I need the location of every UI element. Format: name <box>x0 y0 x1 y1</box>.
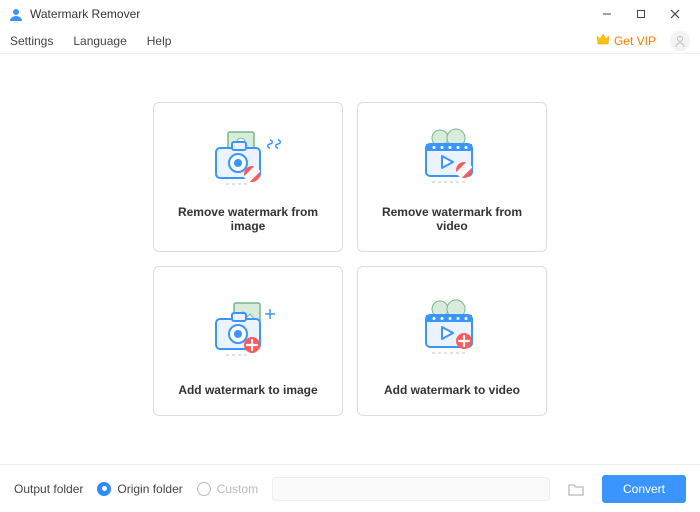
vip-label: Get VIP <box>614 34 656 48</box>
output-folder-label: Output folder <box>14 482 83 496</box>
radio-label: Custom <box>217 482 258 496</box>
menu-settings[interactable]: Settings <box>10 34 63 48</box>
browse-folder-button[interactable] <box>564 477 588 501</box>
menu-language[interactable]: Language <box>63 34 136 48</box>
action-grid: Remove watermark from image Remove water… <box>153 102 547 416</box>
card-label: Add watermark to video <box>384 383 520 397</box>
get-vip-button[interactable]: Get VIP <box>596 33 656 48</box>
radio-icon <box>197 482 211 496</box>
close-button[interactable] <box>658 0 692 28</box>
video-remove-icon <box>402 117 502 205</box>
radio-label: Origin folder <box>117 482 182 496</box>
card-label: Remove watermark from image <box>164 205 332 233</box>
convert-button[interactable]: Convert <box>602 475 686 503</box>
app-icon <box>8 6 24 22</box>
titlebar: Watermark Remover <box>0 0 700 28</box>
window-controls <box>590 0 692 28</box>
camera-add-icon <box>198 281 298 383</box>
camera-remove-icon <box>198 117 298 205</box>
minimize-button[interactable] <box>590 0 624 28</box>
crown-icon <box>596 33 610 48</box>
app-title: Watermark Remover <box>30 7 140 21</box>
video-add-icon <box>402 281 502 383</box>
card-add-watermark-video[interactable]: Add watermark to video <box>357 266 547 416</box>
bottombar: Output folder Origin folder Custom Conve… <box>0 464 700 512</box>
user-avatar[interactable] <box>670 31 690 51</box>
radio-icon <box>97 482 111 496</box>
menu-help[interactable]: Help <box>137 34 182 48</box>
card-add-watermark-image[interactable]: Add watermark to image <box>153 266 343 416</box>
card-remove-watermark-video[interactable]: Remove watermark from video <box>357 102 547 252</box>
card-remove-watermark-image[interactable]: Remove watermark from image <box>153 102 343 252</box>
card-label: Remove watermark from video <box>368 205 536 233</box>
card-label: Add watermark to image <box>178 383 317 397</box>
main-area: Remove watermark from image Remove water… <box>0 54 700 464</box>
menubar: Settings Language Help Get VIP <box>0 28 700 54</box>
radio-custom-folder[interactable]: Custom <box>197 482 258 496</box>
custom-path-input[interactable] <box>272 477 550 501</box>
maximize-button[interactable] <box>624 0 658 28</box>
radio-origin-folder[interactable]: Origin folder <box>97 482 182 496</box>
